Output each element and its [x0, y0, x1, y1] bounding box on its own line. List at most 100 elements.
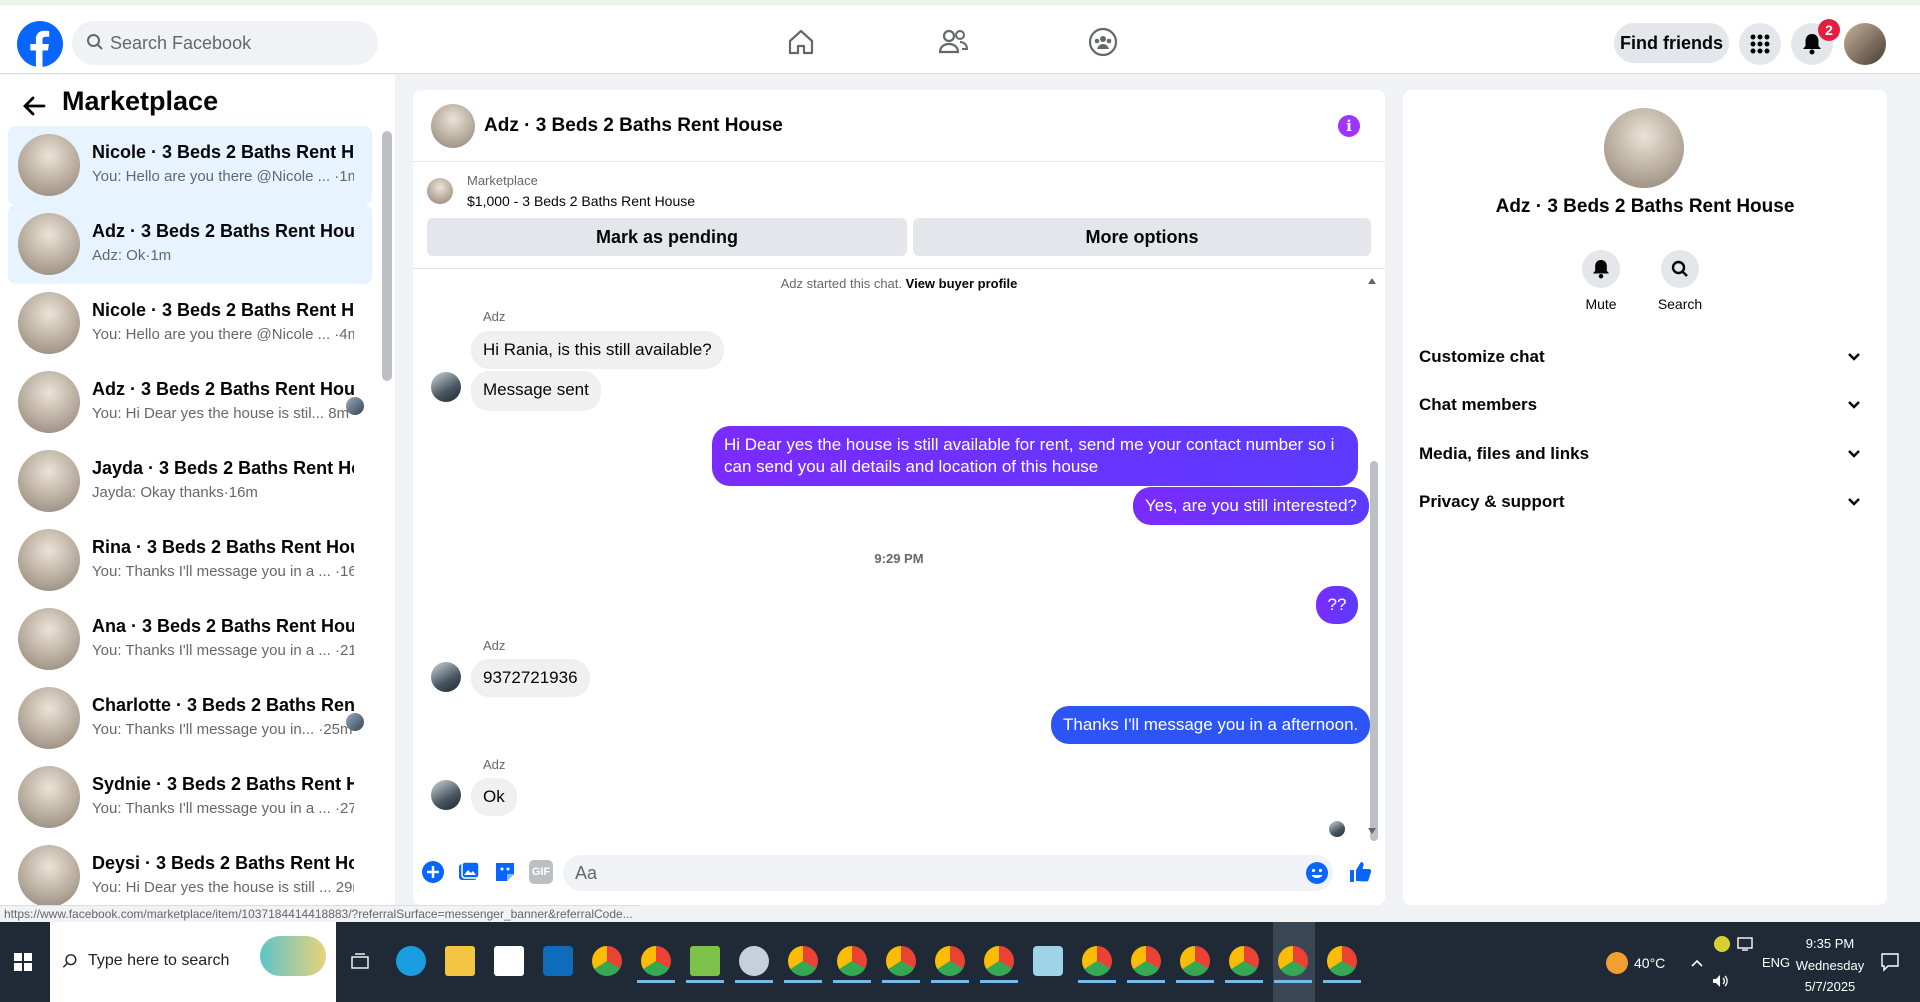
chrome-profile-icon[interactable] [837, 946, 867, 976]
marketplace-label: Marketplace [467, 173, 538, 188]
conversation-item[interactable]: Ana · 3 Beds 2 Baths Rent House You: Than… [8, 600, 372, 679]
conversation-scrollbar[interactable] [382, 131, 392, 381]
app-icon[interactable] [690, 946, 720, 976]
bell-icon [1592, 260, 1610, 279]
running-indicator [1274, 980, 1312, 983]
tray-app-icon[interactable] [1714, 936, 1730, 952]
back-arrow-icon[interactable] [22, 95, 46, 117]
sender-avatar[interactable] [431, 372, 461, 402]
like-thumb-icon[interactable] [1348, 860, 1372, 884]
chrome-profile-icon[interactable] [1327, 946, 1357, 976]
menu-button[interactable] [1739, 23, 1781, 65]
message-bubble-incoming[interactable]: Message sent [471, 371, 601, 411]
file-explorer-icon[interactable] [445, 946, 475, 976]
profile-avatar[interactable] [1844, 23, 1886, 65]
gif-icon[interactable]: GIF [529, 860, 553, 884]
sender-avatar[interactable] [431, 780, 461, 810]
message-bubble-outgoing[interactable]: Hi Dear yes the house is still available… [712, 426, 1358, 486]
find-friends-button[interactable]: Find friends [1614, 23, 1729, 63]
conversation-item[interactable]: Adz · 3 Beds 2 Baths Rent House Adz: Ok·1… [8, 205, 372, 284]
clock-date[interactable]: 5/7/2025 [1790, 979, 1870, 994]
clock-day[interactable]: Wednesday [1790, 958, 1870, 973]
conversation-item[interactable]: Sydnie · 3 Beds 2 Baths Rent Ho... You: T… [8, 758, 372, 837]
conversation-item[interactable]: Jayda · 3 Beds 2 Baths Rent House Jayda: … [8, 442, 372, 521]
chrome-profile-icon[interactable] [641, 946, 671, 976]
chevron-up-icon[interactable] [1690, 958, 1704, 968]
info-icon[interactable]: i [1338, 115, 1360, 137]
media-files-links-section[interactable]: Media, files and links [1419, 434, 1871, 474]
volume-icon[interactable] [1712, 974, 1730, 988]
chrome-profile-icon[interactable] [935, 946, 965, 976]
chrome-icon[interactable] [592, 946, 622, 976]
search-icon [1671, 260, 1688, 277]
message-bubble-outgoing[interactable]: Thanks I'll message you in a afternoon. [1051, 706, 1371, 744]
privacy-support-section[interactable]: Privacy & support [1419, 482, 1871, 522]
chat-members-section[interactable]: Chat members [1419, 385, 1871, 425]
chat-title[interactable]: Adz · 3 Beds 2 Baths Rent House [484, 115, 783, 137]
taskbar-search[interactable]: Type here to search [50, 922, 336, 1002]
chrome-profile-icon[interactable] [788, 946, 818, 976]
listing-title[interactable]: $1,000 - 3 Beds 2 Baths Rent House [467, 193, 695, 209]
running-indicator [1127, 980, 1165, 983]
chat-info-panel: Adz · 3 Beds 2 Baths Rent House Mute Sea… [1403, 90, 1887, 905]
message-bubble-incoming[interactable]: Hi Rania, is this still available? [471, 331, 724, 369]
task-view-icon[interactable] [350, 952, 370, 972]
conversation-item[interactable]: Charlotte · 3 Beds 2 Baths Ren... You: Th… [8, 679, 372, 758]
input-language[interactable]: ENG [1762, 955, 1790, 970]
temperature[interactable]: 40°C [1634, 955, 1665, 971]
conversation-item[interactable]: Nicole · 3 Beds 2 Baths Rent Ho... You: H… [8, 284, 372, 363]
groups-icon[interactable] [1088, 27, 1118, 57]
chrome-profile-icon[interactable] [886, 946, 916, 976]
listing-thumbnail[interactable] [427, 178, 453, 204]
scroll-up-arrow-icon[interactable] [1367, 277, 1377, 285]
app-icon[interactable] [1033, 946, 1063, 976]
friends-icon[interactable] [937, 27, 969, 57]
windows-start-icon[interactable] [14, 953, 32, 971]
chrome-active-icon[interactable] [1278, 946, 1308, 976]
scroll-down-arrow-icon[interactable] [1367, 827, 1377, 835]
conversation-avatar [18, 450, 80, 512]
conversation-item[interactable]: Adz · 3 Beds 2 Baths Rent Hou... You: Hi … [8, 363, 372, 442]
facebook-logo[interactable] [17, 21, 63, 67]
more-options-button[interactable]: More options [913, 218, 1371, 256]
message-bubble-outgoing[interactable]: Yes, are you still interested? [1133, 487, 1369, 525]
chrome-profile-icon[interactable] [1131, 946, 1161, 976]
conversation-item[interactable]: Rina · 3 Beds 2 Baths Rent House You: Tha… [8, 521, 372, 600]
message-bubble-incoming[interactable]: 9372721936 [471, 659, 590, 697]
message-bubble-outgoing[interactable]: ?? [1316, 586, 1358, 624]
chat-avatar[interactable] [431, 104, 475, 148]
chrome-profile-icon[interactable] [984, 946, 1014, 976]
weather-icon[interactable] [1606, 952, 1628, 974]
clock-time[interactable]: 9:35 PM [1790, 936, 1870, 951]
view-buyer-profile-link[interactable]: View buyer profile [906, 276, 1018, 291]
mute-button[interactable]: Mute [1566, 250, 1636, 312]
chrome-profile-icon[interactable] [1180, 946, 1210, 976]
thread-scrollbar[interactable] [1370, 461, 1378, 841]
conversation-panel: Marketplace Nicole · 3 Beds 2 Baths Rent… [0, 75, 395, 920]
conversation-avatar [18, 134, 80, 196]
photo-icon[interactable] [457, 860, 481, 884]
edge-icon[interactable] [396, 946, 426, 976]
store-icon[interactable] [494, 946, 524, 976]
message-input[interactable]: Aa [563, 855, 1333, 891]
message-bubble-incoming[interactable]: Ok [471, 778, 517, 816]
conversation-name: Adz · 3 Beds 2 Baths Rent Hou... [92, 379, 354, 399]
network-icon[interactable] [1737, 936, 1755, 952]
outlook-icon[interactable] [543, 946, 573, 976]
search-bar[interactable]: Search Facebook [72, 21, 378, 65]
search-in-chat-button[interactable]: Search [1645, 250, 1715, 312]
chrome-profile-icon[interactable] [1082, 946, 1112, 976]
customize-chat-section[interactable]: Customize chat [1419, 337, 1871, 377]
plus-circle-icon[interactable] [421, 860, 445, 884]
emoji-icon[interactable] [1305, 861, 1329, 885]
mark-as-pending-button[interactable]: Mark as pending [427, 218, 907, 256]
page-scrollbar[interactable] [1907, 75, 1920, 920]
contact-avatar[interactable] [1604, 108, 1684, 188]
sticker-icon[interactable] [493, 860, 517, 884]
conversation-item[interactable]: Nicole · 3 Beds 2 Baths Rent Ho... You: H… [8, 126, 372, 205]
notification-center-icon[interactable] [1880, 952, 1900, 972]
app-icon[interactable] [739, 946, 769, 976]
sender-avatar[interactable] [431, 662, 461, 692]
home-icon[interactable] [786, 27, 816, 57]
chrome-profile-icon[interactable] [1229, 946, 1259, 976]
